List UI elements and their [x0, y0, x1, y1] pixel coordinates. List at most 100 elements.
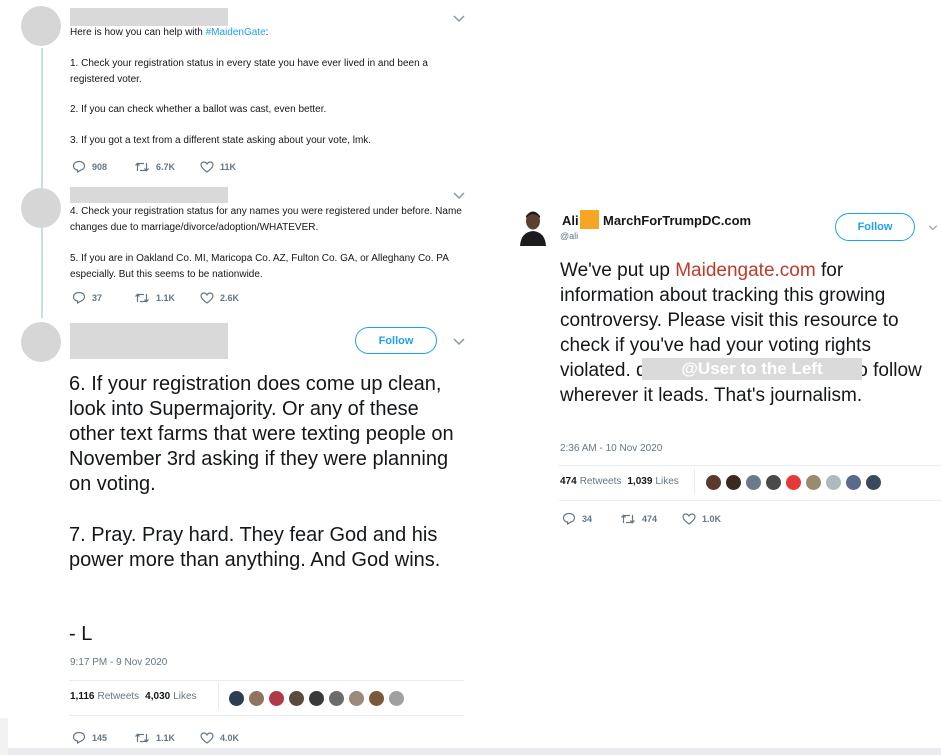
avatar[interactable]: [388, 690, 405, 707]
reply-button[interactable]: 908: [72, 160, 134, 173]
timestamp[interactable]: 2:36 AM - 10 Nov 2020: [560, 443, 662, 454]
reply-icon: [72, 291, 86, 304]
liker-avatars[interactable]: [228, 690, 408, 707]
avatar[interactable]: [21, 188, 61, 228]
chevron-down-icon[interactable]: [451, 13, 467, 25]
divider: [69, 680, 464, 681]
retweets-count[interactable]: 474: [560, 476, 577, 487]
thread-line: [41, 228, 43, 318]
left-panel-edge: [0, 718, 8, 755]
avatar[interactable]: [517, 208, 549, 246]
avatar[interactable]: [328, 690, 345, 707]
avatar[interactable]: [725, 474, 742, 491]
retweet-button[interactable]: 1.1K: [134, 292, 200, 304]
retweet-button[interactable]: 474: [620, 513, 682, 525]
avatar[interactable]: [368, 690, 385, 707]
display-name[interactable]: Ali: [562, 213, 579, 228]
chevron-down-icon[interactable]: [927, 222, 939, 234]
retweet-button[interactable]: 1.1K: [134, 732, 200, 744]
tweet-text: 1. Check your registration status in eve…: [70, 58, 428, 85]
hashtag-link[interactable]: #MaidenGate: [206, 27, 266, 38]
engagement-stats: 474 Retweets 1,039 Likes: [560, 476, 685, 487]
tweet-text: 5. If you are in Oakland Co. MI, Maricop…: [70, 253, 449, 280]
profile-photo: [517, 208, 549, 246]
like-button[interactable]: 4.0K: [200, 731, 239, 744]
redacted-name: [70, 8, 228, 26]
like-button[interactable]: 2.6K: [200, 291, 239, 304]
redacted-name: [70, 187, 228, 203]
likes-label[interactable]: Likes: [173, 691, 196, 702]
orange-square-icon: [580, 210, 599, 229]
likes-label[interactable]: Likes: [655, 476, 678, 487]
reply-button[interactable]: 34: [562, 512, 620, 525]
avatar[interactable]: [805, 474, 822, 491]
divider: [559, 500, 941, 501]
tweet-actions: 37 1.1K 2.6K: [72, 291, 239, 304]
likes-count[interactable]: 4,030: [145, 691, 170, 702]
retweet-icon: [135, 732, 149, 743]
avatar[interactable]: [308, 690, 325, 707]
avatar[interactable]: [288, 690, 305, 707]
divider: [694, 469, 695, 495]
retweet-icon: [621, 513, 635, 524]
avatar[interactable]: [745, 474, 762, 491]
heart-icon: [200, 160, 214, 173]
retweets-count[interactable]: 1,116: [70, 691, 94, 702]
chevron-down-icon[interactable]: [451, 190, 467, 202]
engagement-stats: 1,116 Retweets 4,030 Likes: [70, 691, 203, 702]
bottom-bar: [0, 748, 941, 755]
tweet-text: 6. If your registration does come up cle…: [69, 373, 454, 495]
heart-icon: [200, 291, 214, 304]
redacted-name: [70, 323, 228, 359]
tweet-text: 4. Check your registration status for an…: [70, 206, 462, 233]
avatar[interactable]: [845, 474, 862, 491]
avatar[interactable]: [348, 690, 365, 707]
retweet-icon: [135, 161, 149, 172]
avatar[interactable]: [705, 474, 722, 491]
avatar[interactable]: [268, 690, 285, 707]
avatar[interactable]: [21, 6, 61, 46]
avatar[interactable]: [765, 474, 782, 491]
redacted-mention-overlay: @User to the Left: [642, 358, 862, 380]
chevron-down-icon[interactable]: [451, 336, 467, 348]
heart-icon: [682, 512, 696, 525]
divider: [559, 465, 941, 466]
retweet-icon: [135, 292, 149, 303]
heart-icon: [200, 731, 214, 744]
reply-icon: [562, 512, 576, 525]
liker-avatars[interactable]: [705, 474, 885, 491]
like-button[interactable]: 1.0K: [682, 512, 721, 525]
avatar[interactable]: [825, 474, 842, 491]
site-link[interactable]: Maidengate.com: [675, 260, 815, 281]
tweet-text: We've put up Maidengate.com for informat…: [560, 260, 922, 406]
tweet-text: 7. Pray. Pray hard. They fear God and hi…: [69, 524, 441, 571]
reply-icon: [72, 160, 86, 173]
avatar[interactable]: [21, 322, 61, 362]
tweet-text: 2. If you can check whether a ballot was…: [70, 104, 327, 115]
timestamp[interactable]: 9:17 PM - 9 Nov 2020: [70, 657, 167, 668]
avatar[interactable]: [248, 690, 265, 707]
display-name-site[interactable]: MarchForTrumpDC.com: [603, 213, 751, 228]
tweet-actions: 145 1.1K 4.0K: [72, 731, 239, 744]
thread-line: [41, 48, 43, 188]
avatar[interactable]: [785, 474, 802, 491]
retweet-button[interactable]: 6.7K: [134, 161, 200, 173]
retweets-label[interactable]: Retweets: [97, 691, 139, 702]
follow-button[interactable]: Follow: [835, 213, 915, 241]
avatar[interactable]: [865, 474, 882, 491]
avatar[interactable]: [228, 690, 245, 707]
reply-icon: [72, 731, 86, 744]
likes-count[interactable]: 1,039: [627, 476, 652, 487]
tweet-text: 3. If you got a text from a different st…: [70, 135, 372, 146]
divider: [69, 715, 464, 716]
reply-button[interactable]: 37: [72, 291, 134, 304]
liker-avatars: [218, 683, 219, 709]
retweets-label[interactable]: Retweets: [580, 476, 622, 487]
tweet-text: Here is how you can help with #MaidenGat…: [70, 27, 269, 38]
reply-button[interactable]: 145: [72, 731, 134, 744]
follow-button[interactable]: Follow: [355, 327, 437, 354]
tweet-actions: 34 474 1.0K: [562, 512, 721, 525]
tweet-text: - L: [69, 623, 93, 645]
like-button[interactable]: 11K: [200, 160, 236, 173]
username[interactable]: @ali: [560, 231, 578, 241]
